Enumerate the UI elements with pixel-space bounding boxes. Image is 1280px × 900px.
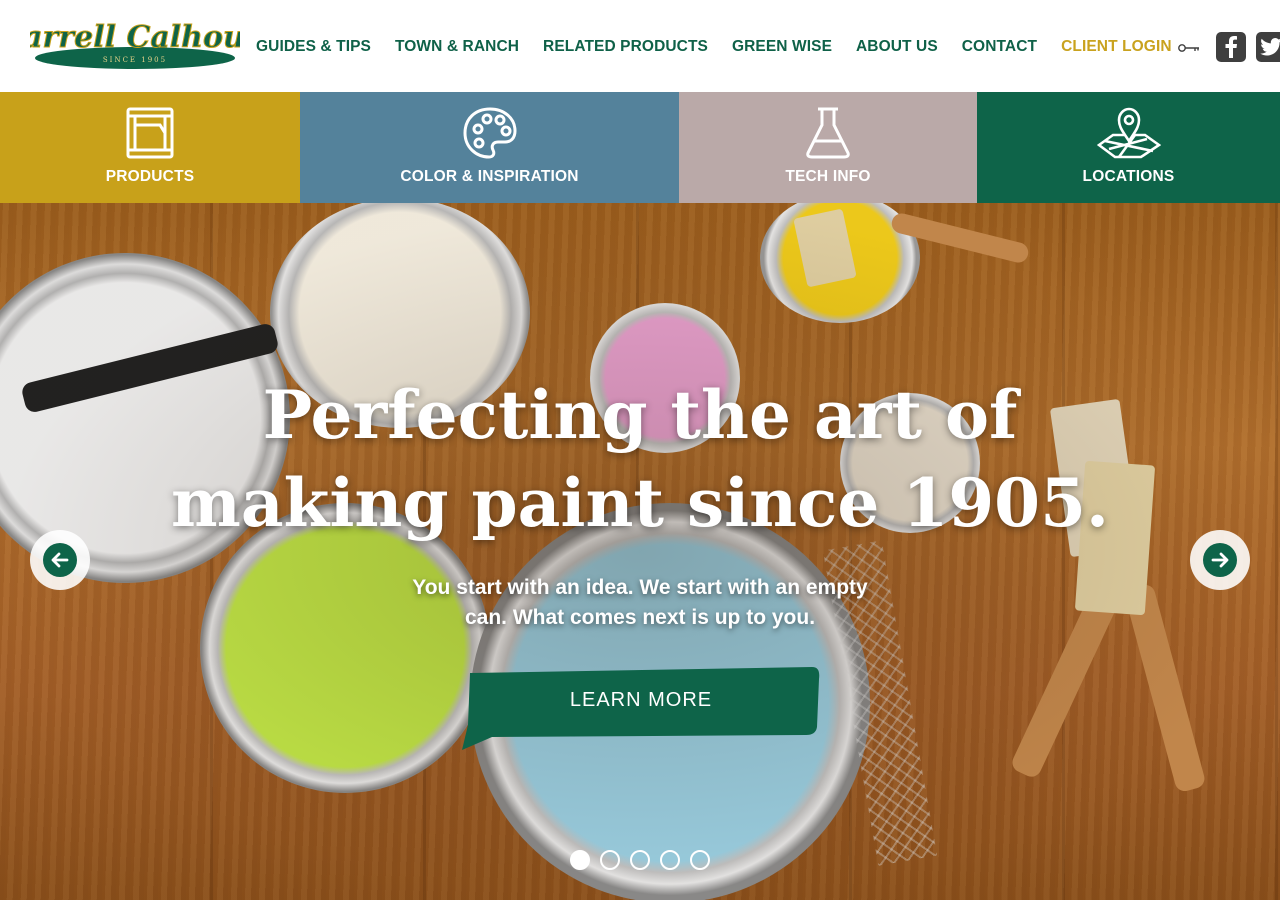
tile-products[interactable]: PRODUCTS <box>0 92 300 203</box>
nav-related-products[interactable]: RELATED PRODUCTS <box>543 38 708 56</box>
slider-next-button[interactable] <box>1190 530 1250 590</box>
map-pin-icon <box>1096 106 1161 160</box>
slide-dot-1[interactable] <box>570 850 590 870</box>
tile-label: PRODUCTS <box>105 168 195 185</box>
slide-dot-2[interactable] <box>600 850 620 870</box>
hero-subtext: You start with an idea. We start with an… <box>412 576 868 629</box>
svg-text:Farrell Calhoun: Farrell Calhoun <box>30 20 240 55</box>
svg-text:SINCE 1905: SINCE 1905 <box>103 56 167 64</box>
nav-green-wise[interactable]: GREEN WISE <box>732 38 832 56</box>
client-login-link[interactable]: CLIENT LOGIN <box>1061 38 1172 56</box>
nav-town-ranch[interactable]: TOWN & RANCH <box>395 38 519 56</box>
tile-tech-info[interactable]: TECH INFO <box>679 92 977 203</box>
category-tiles: PRODUCTS COLOR & INSPIRATION TECH INFO L… <box>0 92 1280 203</box>
hero-headline: Perfecting the art of making paint since… <box>0 371 1280 547</box>
slide-dot-4[interactable] <box>660 850 680 870</box>
paint-can-icon <box>118 106 182 160</box>
arrow-left-icon <box>43 543 77 577</box>
slide-dot-5[interactable] <box>690 850 710 870</box>
slide-dot-3[interactable] <box>630 850 650 870</box>
flask-icon <box>796 106 860 160</box>
social-links <box>1215 32 1280 62</box>
tile-label: TECH INFO <box>785 168 871 185</box>
slider-pagination <box>570 850 710 870</box>
site-header: SINCE 1905 Farrell Calhoun GUIDES & TIPS… <box>0 0 1280 92</box>
tile-locations[interactable]: LOCATIONS <box>977 92 1280 203</box>
hero-headline-line2: making paint since 1905. <box>171 464 1109 542</box>
key-icon[interactable] <box>1177 41 1200 53</box>
arrow-right-icon <box>1203 543 1237 577</box>
learn-more-button[interactable]: LEARN MORE <box>462 665 820 750</box>
tile-label: LOCATIONS <box>1082 168 1175 185</box>
hero-overlay <box>0 203 1280 900</box>
learn-more-label: LEARN MORE <box>569 688 713 711</box>
hero-slider: Perfecting the art of making paint since… <box>0 203 1280 900</box>
tile-label: COLOR & INSPIRATION <box>400 168 579 185</box>
tile-color-inspiration[interactable]: COLOR & INSPIRATION <box>300 92 679 203</box>
palette-icon <box>458 106 522 160</box>
hero-headline-line1: Perfecting the art of <box>262 376 1018 454</box>
nav-about-us[interactable]: ABOUT US <box>856 38 938 56</box>
twitter-icon[interactable] <box>1255 32 1280 62</box>
facebook-icon[interactable] <box>1215 32 1246 62</box>
nav-guides-tips[interactable]: GUIDES & TIPS <box>256 38 371 56</box>
slider-prev-button[interactable] <box>30 530 90 590</box>
nav-contact[interactable]: CONTACT <box>962 38 1037 56</box>
farrell-calhoun-logo[interactable]: SINCE 1905 Farrell Calhoun <box>2 18 267 72</box>
main-nav: GUIDES & TIPS TOWN & RANCH RELATED PRODU… <box>256 32 1280 62</box>
